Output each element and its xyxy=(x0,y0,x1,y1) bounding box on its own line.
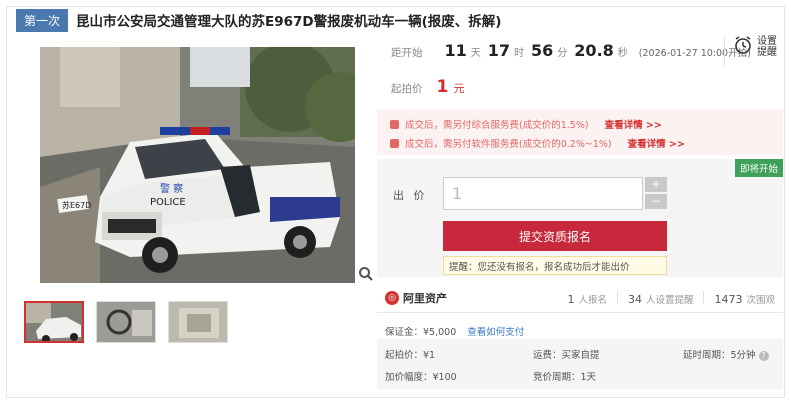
thumbnail-1[interactable] xyxy=(24,301,84,343)
deposit: 保证金：¥5,000 查看如何支付 xyxy=(385,324,524,338)
svg-text:警 察: 警 察 xyxy=(160,182,183,195)
page-title: 昆山市公安局交通管理大队的苏E967D警报废机动车一辆(报废、拆解) xyxy=(76,14,502,30)
fee-text-1: 成交后，需另付综合服务费(成交价的1.5%) xyxy=(405,120,589,131)
set-reminder-label: 设置提醒 xyxy=(757,36,777,58)
submit-registration-button[interactable]: 提交资质报名 xyxy=(443,221,667,251)
countdown-minutes-unit: 分 xyxy=(557,48,568,59)
fee-row-1: 成交后，需另付综合服务费(成交价的1.5%) 查看详情 >> xyxy=(390,117,662,131)
set-reminder-button[interactable]: 设置提醒 xyxy=(733,35,779,59)
increase-bid-button[interactable]: + xyxy=(645,177,667,192)
fee-details-link-2[interactable]: 查看详情 >> xyxy=(628,136,685,150)
countdown-minutes: 56 xyxy=(531,41,554,60)
main-photo[interactable]: 苏E67D POLICE 警 察 xyxy=(40,47,355,283)
countdown-label: 距开始 xyxy=(391,47,423,59)
starting-price-unit: 元 xyxy=(453,82,465,95)
auction-stats: 1 人报名 34 人设置提醒 1473 次围观 xyxy=(567,291,775,306)
reminders-label: 人设置提醒 xyxy=(645,295,694,306)
brand[interactable]: ◎ 阿里资产 xyxy=(385,290,447,306)
how-to-pay-link[interactable]: 查看如何支付 xyxy=(467,327,524,338)
seller-bar: ◎ 阿里资产 1 人报名 34 人设置提醒 1473 次围观 xyxy=(377,283,783,313)
detail-start-price: 起拍价：¥1 xyxy=(385,350,436,361)
registered-label: 人报名 xyxy=(578,295,607,306)
bid-amount-input[interactable] xyxy=(443,177,643,210)
thumbnail-3[interactable] xyxy=(168,301,228,343)
divider xyxy=(703,291,705,303)
lock-icon xyxy=(390,138,399,148)
svg-text:苏E67D: 苏E67D xyxy=(62,200,91,210)
views-count: 1473 xyxy=(714,293,743,306)
countdown-days: 11 xyxy=(444,41,467,60)
countdown-hours-unit: 时 xyxy=(514,48,525,59)
countdown-days-unit: 天 xyxy=(470,48,481,59)
starting-price: 起拍价 1 元 xyxy=(391,77,464,97)
divider xyxy=(616,291,618,303)
alarm-clock-icon xyxy=(733,35,753,59)
countdown-seconds: 20.8 xyxy=(574,41,614,60)
registration-tip: 提醒：您还没有报名，报名成功后才能出价 xyxy=(443,256,667,275)
starting-price-label: 起拍价 xyxy=(391,83,423,95)
decrease-bid-button[interactable]: − xyxy=(645,194,667,209)
detail-shipping: 运费：买家自提 xyxy=(533,350,600,361)
fee-notice: 成交后，需另付综合服务费(成交价的1.5%) 查看详情 >> 成交后，需另付软件… xyxy=(377,109,783,155)
svg-text:POLICE: POLICE xyxy=(150,197,186,208)
auction-details: 起拍价：¥1 加价幅度：¥100 运费：买家自提 竞价周期：1天 延时周期：5分… xyxy=(377,339,783,389)
detail-delay-cycle: 延时周期：5分钟? xyxy=(683,347,769,361)
divider xyxy=(724,36,725,66)
countdown-hours: 17 xyxy=(487,41,511,60)
thumbnail-2[interactable] xyxy=(96,301,156,343)
detail-increment: 加价幅度：¥100 xyxy=(385,372,457,383)
title-bar: 第一次 昆山市公安局交通管理大队的苏E967D警报废机动车一辆(报废、拆解) xyxy=(16,8,501,32)
fee-row-2: 成交后，需另付软件服务费(成交价的0.2%~1%) 查看详情 >> xyxy=(390,136,685,150)
zoom-icon[interactable] xyxy=(358,266,374,282)
brand-name: 阿里资产 xyxy=(403,292,447,305)
fee-text-2: 成交后，需另付软件服务费(成交价的0.2%~1%) xyxy=(405,139,612,150)
fee-details-link-1[interactable]: 查看详情 >> xyxy=(605,117,662,131)
bid-label: 出 价 xyxy=(393,189,428,202)
starting-price-value: 1 xyxy=(436,77,449,97)
reminders-count: 34 xyxy=(627,293,642,306)
deposit-label: 保证金：¥5,000 xyxy=(385,327,457,338)
ali-assets-logo-icon: ◎ xyxy=(385,291,399,305)
round-tag: 第一次 xyxy=(16,8,69,32)
countdown-seconds-unit: 秒 xyxy=(617,48,628,59)
detail-bidding-cycle: 竞价周期：1天 xyxy=(533,372,597,383)
delay-cycle-text: 延时周期：5分钟 xyxy=(683,350,756,361)
views-label: 次围观 xyxy=(746,295,775,306)
bid-panel: 即将开始 出 价 + − 提交资质报名 提醒：您还没有报名，报名成功后才能出价 xyxy=(377,159,783,277)
countdown: 距开始 11 天 17 时 56 分 20.8 秒 (2026-01-27 10… xyxy=(391,41,751,60)
registered-count: 1 xyxy=(567,293,575,306)
lock-icon xyxy=(390,119,399,129)
help-icon[interactable]: ? xyxy=(758,351,769,361)
status-badge: 即将开始 xyxy=(734,159,783,177)
